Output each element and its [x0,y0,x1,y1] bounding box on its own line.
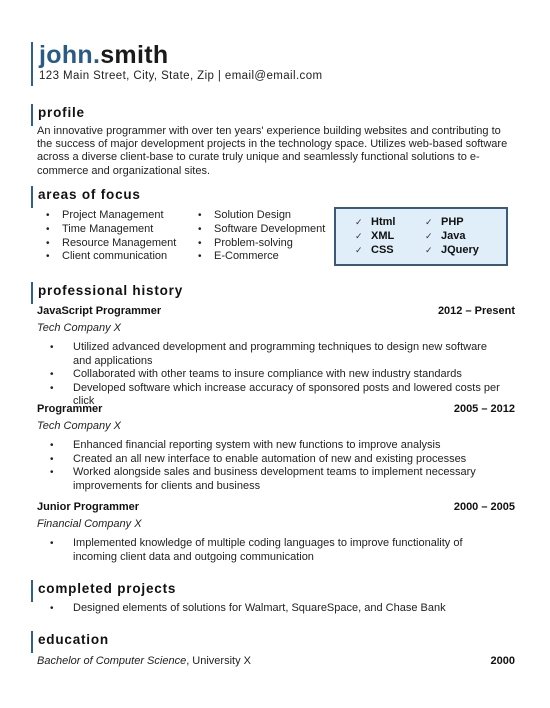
company-name: Tech Company X [37,420,121,432]
skills-col-left: ✓ Html ✓ XML ✓ CSS [355,215,395,257]
section-heading-focus: areas of focus [31,186,141,208]
section-heading-education: education [31,631,109,653]
check-icon: ✓ [355,217,363,227]
skill-item: ✓ XML [355,230,395,242]
focus-item: Problem-solving [189,237,325,251]
technical-skills-box: ✓ Html ✓ XML ✓ CSS ✓ PHP ✓ Java ✓ JQuery [334,207,508,266]
last-name: smith [100,41,169,69]
focus-item: Software Development [189,223,325,237]
name-header: john.smith 123 Main Street, City, State,… [31,42,322,86]
job-dates: 2005 – 2012 [453,403,515,415]
project-bullets: Designed elements of solutions for Walma… [37,602,507,616]
list-item: Designed elements of solutions for Walma… [37,602,507,616]
degree: Bachelor of Computer Science [37,655,187,667]
school: , University X [186,655,251,667]
job-dates: 2012 – Present [437,305,515,317]
skill-item: ✓ Java [425,230,466,242]
skill-item: ✓ JQuery [425,244,479,256]
skill-item: ✓ PHP [425,216,464,228]
list-item: Enhanced financial reporting system with… [37,439,507,453]
applicant-name: john.smith [39,42,322,68]
profile-summary: An innovative programmer with over ten y… [37,125,508,177]
job-dates: 2000 – 2005 [453,501,515,513]
focus-item: Resource Management [37,237,176,251]
job-title: JavaScript Programmer [37,305,162,317]
check-icon: ✓ [425,217,433,227]
section-heading-history: professional history [31,282,183,304]
list-item: Utilized advanced development and progra… [37,341,507,368]
job-title: Programmer [37,403,103,415]
contact-info: 123 Main Street, City, State, Zip | emai… [39,70,323,82]
check-icon: ✓ [355,231,363,241]
list-item: Implemented knowledge of multiple coding… [37,537,507,564]
focus-list-left: Project Management Time Management Resou… [37,209,176,264]
job-bullets: Implemented knowledge of multiple coding… [37,537,507,564]
check-icon: ✓ [425,231,433,241]
job-bullets: Enhanced financial reporting system with… [37,439,507,493]
graduation-year: 2000 [490,655,515,667]
list-item: Developed software which increase accura… [37,382,507,409]
section-heading-profile: profile [31,104,85,126]
skills-col-right: ✓ PHP ✓ Java ✓ JQuery [425,215,479,257]
skill-item: ✓ Html [355,216,396,228]
job-title: Junior Programmer [37,501,140,513]
company-name: Financial Company X [37,518,142,530]
skill-item: ✓ CSS [355,244,394,256]
check-icon: ✓ [425,245,433,255]
job-bullets: Utilized advanced development and progra… [37,341,507,409]
list-item: Worked alongside sales and business deve… [37,466,507,493]
focus-item: Solution Design [189,209,325,223]
company-name: Tech Company X [37,322,121,334]
list-item: Created an all new interface to enable a… [37,453,507,467]
focus-item: Time Management [37,223,176,237]
list-item: Collaborated with other teams to insure … [37,368,507,382]
focus-item: Client communication [37,250,176,264]
first-name: john [39,41,93,69]
check-icon: ✓ [355,245,363,255]
section-heading-projects: completed projects [31,580,176,602]
focus-item: E-Commerce [189,250,325,264]
focus-list-right: Solution Design Software Development Pro… [189,209,325,264]
resume-page: john.smith 123 Main Street, City, State,… [0,0,550,708]
focus-item: Project Management [37,209,176,223]
education-entry: Bachelor of Computer Science, University… [37,655,251,667]
